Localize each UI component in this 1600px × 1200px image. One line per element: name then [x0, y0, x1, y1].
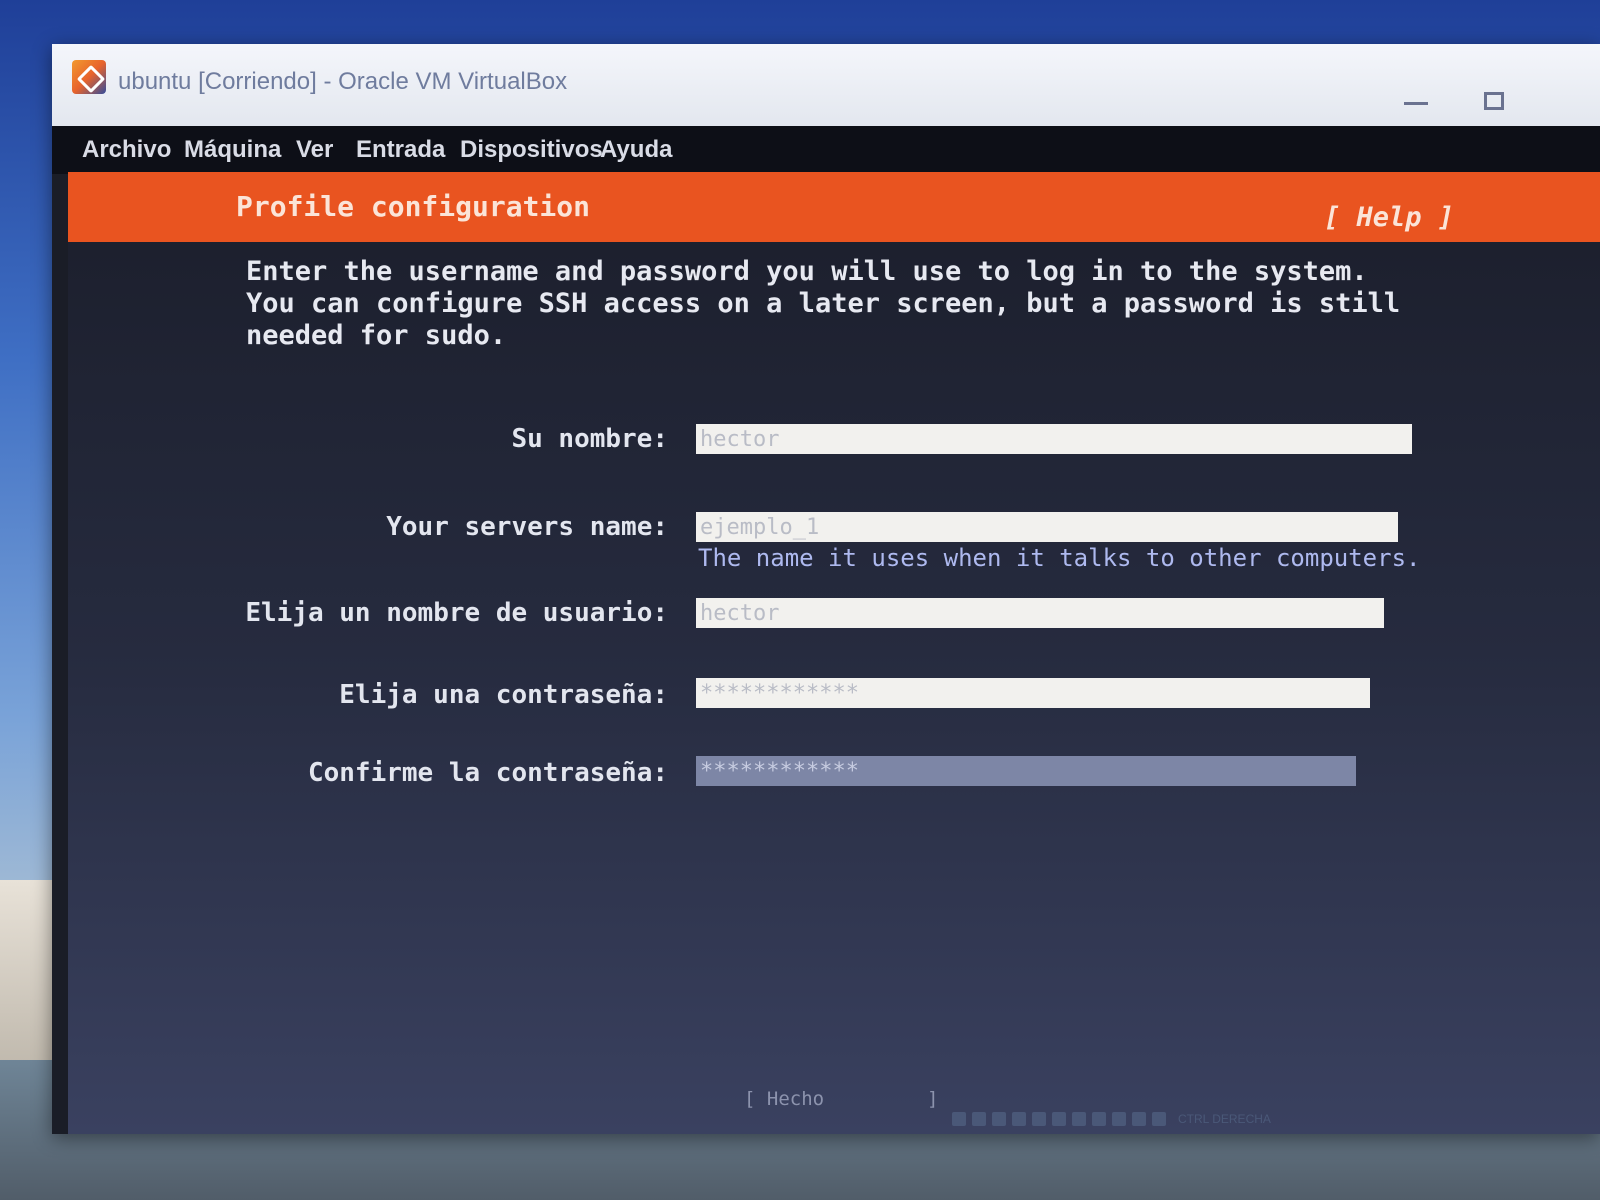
keyboard-icon — [1152, 1112, 1166, 1126]
username-label: Elija un nombre de usuario: — [245, 598, 668, 628]
password-field[interactable] — [696, 678, 1370, 708]
window-title: ubuntu [Corriendo] - Oracle VM VirtualBo… — [118, 68, 568, 95]
server-name-field[interactable] — [696, 512, 1398, 542]
confirm-password-label: Confirme la contraseña: — [307, 758, 668, 788]
password-label: Elija una contraseña: — [339, 680, 668, 710]
help-button[interactable]: [ Help ] — [1324, 202, 1454, 233]
vm-statusbar: CTRL DERECHA — [952, 1108, 1392, 1130]
server-name-label: Your servers name: — [386, 512, 668, 542]
menu-ayuda[interactable]: Ayuda — [600, 136, 672, 164]
server-name-hint: The name it uses when it talks to other … — [698, 544, 1421, 572]
usb-icon[interactable] — [1032, 1112, 1046, 1126]
shared-folders-icon[interactable] — [1052, 1112, 1066, 1126]
maximize-icon[interactable] — [1484, 92, 1504, 110]
optical-drive-icon[interactable] — [972, 1112, 986, 1126]
menubar: Archivo Máquina Ver Entrada Dispositivos… — [52, 126, 1600, 174]
intro-text: Enter the username and password you will… — [246, 256, 1401, 351]
virtualbox-window: ubuntu [Corriendo] - Oracle VM VirtualBo… — [52, 44, 1600, 1134]
menu-archivo[interactable]: Archivo — [82, 136, 171, 164]
name-label: Su nombre: — [511, 424, 668, 454]
audio-icon[interactable] — [992, 1112, 1006, 1126]
installer-header: Profile configuration [ Help ] — [68, 172, 1600, 242]
network-icon[interactable] — [1012, 1112, 1026, 1126]
virtualbox-icon — [72, 60, 106, 94]
minimize-icon[interactable] — [1404, 102, 1428, 105]
window-titlebar[interactable]: ubuntu [Corriendo] - Oracle VM VirtualBo… — [52, 44, 1600, 126]
host-key-label: CTRL DERECHA — [1178, 1112, 1271, 1126]
page-title: Profile configuration — [236, 190, 591, 223]
recording-icon[interactable] — [1092, 1112, 1106, 1126]
display-icon[interactable] — [1072, 1112, 1086, 1126]
hard-disk-icon[interactable] — [952, 1112, 966, 1126]
menu-dispositivos[interactable]: Dispositivos — [460, 136, 603, 164]
cpu-icon — [1112, 1112, 1126, 1126]
guest-screen: Profile configuration [ Help ] Enter the… — [68, 172, 1600, 1134]
confirm-password-field[interactable] — [696, 756, 1356, 786]
done-button[interactable]: [ Hecho ] — [744, 1088, 938, 1110]
username-field[interactable] — [696, 598, 1384, 628]
menu-entrada[interactable]: Entrada — [356, 136, 445, 164]
name-field[interactable] — [696, 424, 1412, 454]
menu-ver[interactable]: Ver — [296, 136, 333, 164]
mouse-integration-icon[interactable] — [1132, 1112, 1146, 1126]
menu-maquina[interactable]: Máquina — [184, 136, 281, 164]
